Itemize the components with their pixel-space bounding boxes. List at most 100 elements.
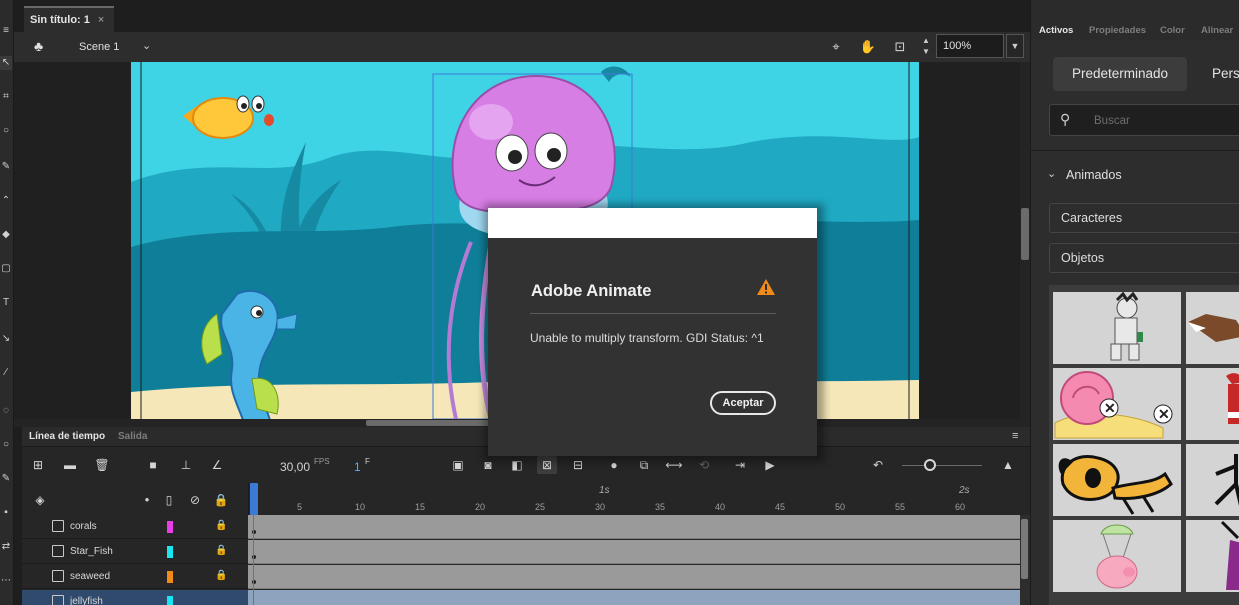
stage-vertical-scrollbar[interactable] <box>1020 62 1030 419</box>
lock-icon[interactable]: 🔒 <box>215 570 227 581</box>
layer-parenting-icon[interactable]: ⊥ <box>176 456 196 474</box>
hand-tool-icon[interactable]: ◌ <box>0 404 12 418</box>
brush-tool-icon[interactable]: ✎ <box>0 160 12 174</box>
stroke-color-icon[interactable]: ✎ <box>0 472 12 486</box>
ruler-second-label: 1s <box>599 485 610 496</box>
asset-thumbnail-dog[interactable] <box>1053 444 1181 516</box>
playhead-handle[interactable] <box>250 483 258 515</box>
pen-tool-icon[interactable]: ⌃ <box>0 194 12 208</box>
paint-bucket-icon[interactable]: ◆ <box>0 228 12 242</box>
dialog-title-bar[interactable] <box>488 208 817 238</box>
tab-align[interactable]: Alinear <box>1201 25 1233 36</box>
close-icon[interactable]: × <box>98 14 104 26</box>
delete-icon[interactable]: 🗑 <box>92 456 112 474</box>
highlight-layers-icon[interactable]: ● <box>137 491 157 509</box>
ok-button[interactable]: Aceptar <box>710 391 776 415</box>
section-animated[interactable]: Animados <box>1066 168 1122 182</box>
tab-properties[interactable]: Propiedades <box>1089 25 1146 36</box>
fps-value[interactable]: 30,00 <box>280 460 310 474</box>
scrollbar-thumb[interactable] <box>1021 519 1028 579</box>
chevron-down-icon[interactable]: ⌄ <box>1047 167 1056 180</box>
zoom-dropdown-icon[interactable]: ▼ <box>1006 34 1024 58</box>
tab-timeline[interactable]: Línea de tiempo <box>29 431 105 442</box>
layer-color-swatch[interactable] <box>167 596 173 605</box>
lock-icon[interactable]: 🔒 <box>211 491 231 509</box>
text-tool-icon[interactable]: T <box>0 296 12 310</box>
new-layer-icon[interactable]: ⊞ <box>28 456 48 474</box>
hide-icon[interactable]: ⊘ <box>185 491 205 509</box>
asset-thumbnail-mummy[interactable] <box>1053 292 1181 364</box>
swap-colors-icon[interactable]: ⇄ <box>0 540 12 554</box>
timeline-vertical-scrollbar[interactable] <box>1020 515 1030 605</box>
asset-thumbnail-santa[interactable] <box>1186 368 1239 440</box>
free-transform-tool-icon[interactable]: ⌗ <box>0 90 12 104</box>
frames-row[interactable] <box>248 565 1020 589</box>
layer-row[interactable]: corals 🔒 <box>22 515 248 539</box>
tab-output[interactable]: Salida <box>118 431 147 442</box>
ruler-second-label: 2s <box>959 485 970 496</box>
layer-name[interactable]: jellyfish <box>70 596 103 605</box>
document-tab[interactable]: Sin título: 1 × <box>24 6 115 32</box>
new-folder-icon[interactable]: ▬ <box>60 456 80 474</box>
frame-ruler[interactable]: 1s 2s 5 10 15 20 25 30 35 40 45 50 55 60 <box>248 483 1020 515</box>
layer-color-swatch[interactable] <box>167 571 173 583</box>
ruler-frame-label: 20 <box>475 502 486 512</box>
playhead[interactable] <box>250 483 258 605</box>
more-tools-icon[interactable]: ⋯ <box>0 574 12 588</box>
asset-thumbnail-pig-parachute[interactable] <box>1053 520 1181 592</box>
frames-row[interactable] <box>248 540 1020 564</box>
scrollbar-thumb[interactable] <box>1021 208 1029 260</box>
graph-icon[interactable]: ∠ <box>207 456 227 474</box>
assets-search-input[interactable]: ⚲ Buscar <box>1049 104 1239 136</box>
default-assets-button[interactable]: Predeterminado <box>1053 57 1187 91</box>
zoom-input[interactable] <box>936 34 1004 58</box>
selection-tool-icon[interactable]: ↖ <box>0 56 12 70</box>
undo-icon[interactable]: ↶ <box>868 456 888 474</box>
timeline-zoom-slider-knob[interactable] <box>924 459 936 471</box>
frames-row[interactable] <box>248 515 1020 539</box>
layer-name[interactable]: corals <box>70 521 97 532</box>
menu-icon[interactable]: ≡ <box>0 24 12 38</box>
current-frame-value[interactable]: 1 <box>354 460 361 474</box>
layers-icon[interactable]: ◈ <box>30 491 50 509</box>
layer-row[interactable]: Star_Fish 🔒 <box>22 540 248 564</box>
lock-icon[interactable]: 🔒 <box>215 545 227 556</box>
tab-color[interactable]: Color <box>1160 25 1185 36</box>
tab-assets[interactable]: Activos <box>1039 25 1073 36</box>
layer-row-selected[interactable]: jellyfish <box>22 590 248 605</box>
ruler-frame-label: 40 <box>715 502 726 512</box>
zoom-stepper[interactable]: ▲ ▼ <box>922 35 930 57</box>
layer-color-swatch[interactable] <box>167 546 173 558</box>
zoom-tool-icon[interactable]: ○ <box>0 438 12 452</box>
panel-menu-icon[interactable]: ≡ <box>1012 430 1018 442</box>
asset-thumbnail-wolf[interactable] <box>1186 292 1239 364</box>
custom-assets-button[interactable]: Perso <box>1212 66 1239 81</box>
layer-color-swatch[interactable] <box>167 521 173 533</box>
eyedropper-tool-icon[interactable]: ∕ <box>0 366 12 380</box>
characters-category[interactable]: Caracteres <box>1049 203 1239 233</box>
rectangle-tool-icon[interactable]: ▢ <box>0 262 12 276</box>
scene-icon[interactable]: ♣ <box>34 38 43 54</box>
clip-content-icon[interactable]: ⊡ <box>891 38 909 56</box>
chevron-down-icon[interactable]: ⌄ <box>142 39 151 52</box>
lasso-tool-icon[interactable]: ○ <box>0 124 12 138</box>
bone-tool-icon[interactable]: ↘ <box>0 332 12 346</box>
mountain-icon[interactable]: ▲ <box>998 456 1018 474</box>
objects-category[interactable]: Objetos <box>1049 243 1239 273</box>
center-stage-icon[interactable]: ⌖ <box>827 38 845 56</box>
timeline-zoom-slider-track[interactable] <box>902 465 982 466</box>
asset-thumbnail-ninja[interactable] <box>1186 520 1239 592</box>
camera-icon[interactable]: ■ <box>143 456 163 474</box>
insert-keyframe-icon[interactable]: ▣ <box>448 456 468 474</box>
outline-icon[interactable]: ▯ <box>159 491 179 509</box>
asset-thumbnail-snail[interactable]: ✕ ✕ <box>1053 368 1181 440</box>
fill-color-icon[interactable]: ▪ <box>0 506 12 520</box>
layer-name[interactable]: seaweed <box>70 571 110 582</box>
lock-icon[interactable]: 🔒 <box>215 520 227 531</box>
frames-row[interactable] <box>248 590 1020 605</box>
layer-name[interactable]: Star_Fish <box>70 546 113 557</box>
asset-thumbnail-stick-figure[interactable] <box>1186 444 1239 516</box>
layer-row[interactable]: seaweed 🔒 <box>22 565 248 589</box>
layer-icon <box>52 545 64 557</box>
rotate-hand-icon[interactable]: ✋ <box>859 38 877 56</box>
